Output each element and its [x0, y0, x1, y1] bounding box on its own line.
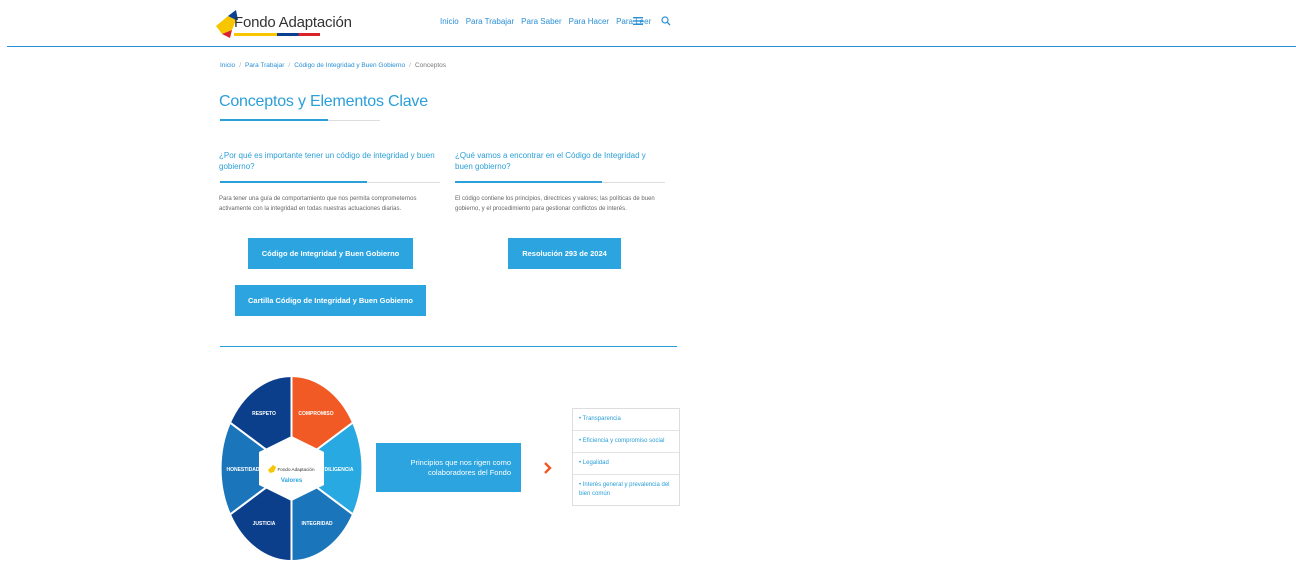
principle-item: • Legalidad	[573, 453, 679, 475]
hamburger-icon[interactable]	[633, 16, 643, 26]
wheel-center-logo: Fondo Adaptación	[277, 467, 314, 472]
nav-item-para-trabajar[interactable]: Para Trabajar	[466, 17, 514, 26]
header-divider	[7, 46, 1296, 47]
codigo-integridad-button[interactable]: Código de Integridad y Buen Gobierno	[248, 238, 413, 269]
principles-label: Principios que nos rigen como colaborado…	[410, 457, 511, 477]
principles-box[interactable]: Principios que nos rigen como colaborado…	[376, 443, 521, 492]
title-divider-accent	[220, 119, 328, 121]
nav-item-para-hacer[interactable]: Para Hacer	[569, 17, 609, 26]
right-heading: ¿Qué vamos a encontrar en el Código de I…	[455, 151, 646, 171]
breadcrumb-para-trabajar[interactable]: Para Trabajar	[245, 62, 284, 69]
wheel-label-diligencia: DILIGENCIA	[325, 467, 354, 473]
wheel-label-compromiso: COMPROMISO	[298, 411, 333, 417]
logo-text[interactable]: Fondo Adaptación	[234, 14, 352, 31]
section-divider	[220, 346, 677, 347]
right-body-text: El código contiene los principios, direc…	[455, 196, 655, 212]
nav-item-para-saber[interactable]: Para Saber	[521, 17, 561, 26]
breadcrumb-inicio[interactable]: Inicio	[220, 62, 235, 69]
chevron-right-icon	[544, 462, 552, 474]
left-heading: ¿Por qué es importante tener un código d…	[219, 151, 435, 171]
principle-item: • Transparencia	[573, 409, 679, 431]
principles-list: • Transparencia • Eficiencia y compromis…	[572, 408, 680, 506]
breadcrumb-codigo[interactable]: Código de Integridad y Buen Gobierno	[294, 62, 405, 69]
search-icon[interactable]	[661, 16, 671, 26]
breadcrumb-current: Conceptos	[414, 62, 447, 69]
wheel-label-justicia: JUSTICIA	[253, 521, 276, 527]
principle-item: • Interés general y prevalencia del bien…	[579, 482, 670, 497]
wheel-label-integridad: INTEGRIDAD	[301, 521, 333, 527]
resolucion-button[interactable]: Resolución 293 de 2024	[508, 238, 621, 269]
breadcrumb: Inicio / Para Trabajar / Código de Integrida…	[220, 62, 447, 69]
logo-underline	[234, 33, 320, 36]
right-heading-accent	[455, 181, 602, 183]
left-heading-accent	[220, 181, 367, 183]
values-wheel: Fondo Adaptación Valores COMPROMISO DILI…	[220, 374, 363, 563]
principle-item: • Eficiencia y compromiso social	[573, 431, 679, 453]
wheel-label-respeto: RESPETO	[252, 411, 276, 417]
page-title: Conceptos y Elementos Clave	[219, 93, 428, 110]
cartilla-button[interactable]: Cartilla Código de Integridad y Buen Gob…	[235, 285, 426, 316]
main-nav: Inicio Para Trabajar Para Saber Para Hac…	[440, 17, 651, 26]
left-body-text: Para tener una guía de comportamiento qu…	[219, 196, 417, 212]
nav-item-inicio[interactable]: Inicio	[440, 17, 459, 26]
wheel-label-honestidad: HONESTIDAD	[226, 467, 259, 473]
wheel-center-label: Valores	[281, 478, 303, 484]
